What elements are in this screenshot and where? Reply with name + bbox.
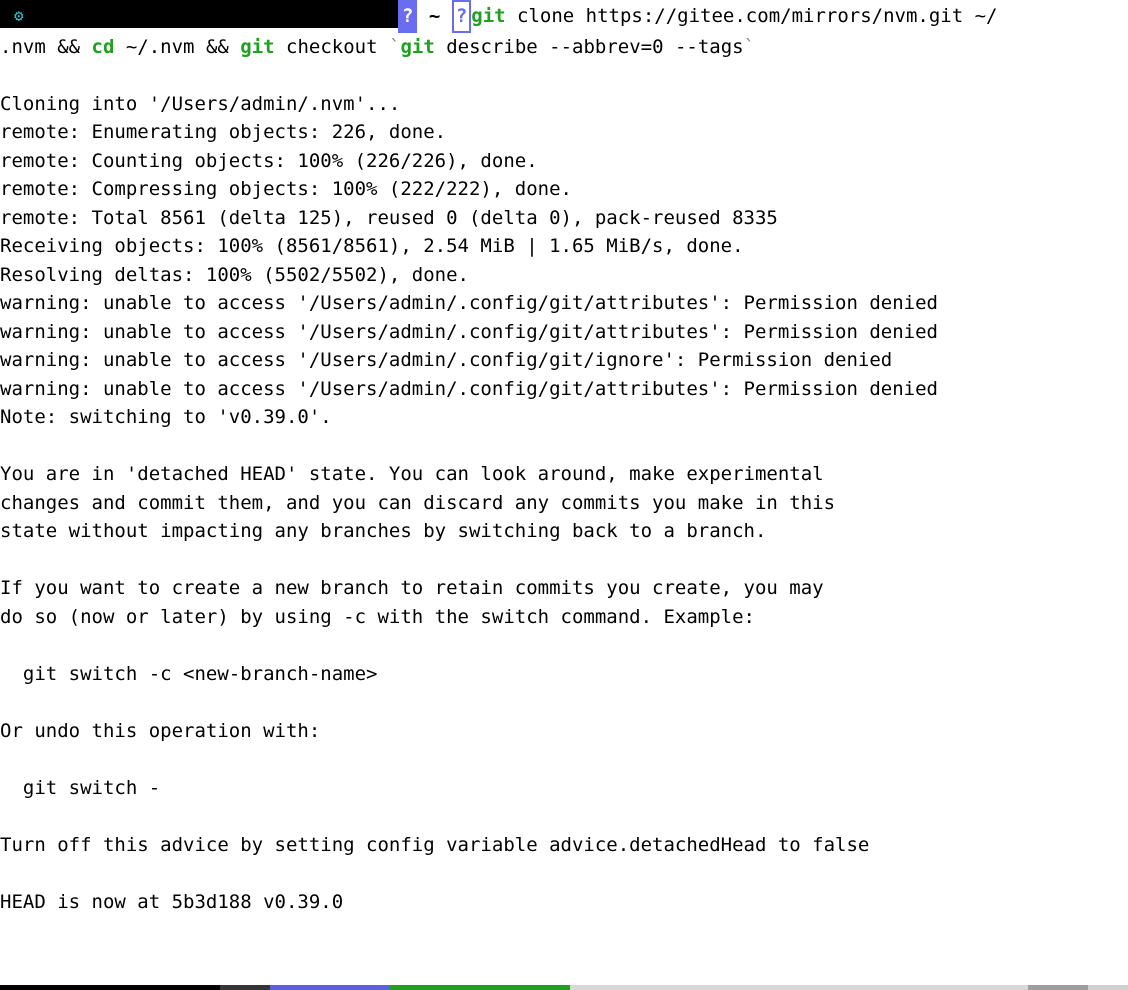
status-seg <box>0 985 220 990</box>
status-seg <box>390 985 570 990</box>
prompt-status-box: ? <box>452 0 471 33</box>
output-line: Turn off this advice by setting config v… <box>0 834 869 856</box>
output-line: warning: unable to access '/Users/admin/… <box>0 378 938 400</box>
status-seg <box>1028 985 1088 990</box>
gear-icon: ⚙ <box>14 4 24 28</box>
cmd-text: .nvm <box>0 36 57 58</box>
tmux-statusbar <box>0 985 1128 990</box>
output-line: Resolving deltas: 100% (5502/5502), done… <box>0 264 469 286</box>
cmd-op: && <box>57 36 80 58</box>
cmd-text: ~/.nvm <box>114 36 206 58</box>
terminal[interactable]: ⚙? ~ ?git clone https://gitee.com/mirror… <box>0 0 1128 916</box>
status-seg <box>220 985 270 990</box>
output-line: Receiving objects: 100% (8561/8561), 2.5… <box>0 235 744 257</box>
output-line: remote: Counting objects: 100% (226/226)… <box>0 150 538 172</box>
cmd-op: && <box>206 36 229 58</box>
output-line: warning: unable to access '/Users/admin/… <box>0 349 892 371</box>
cmd-cd: cd <box>80 36 114 58</box>
cmd-backtick: ` <box>744 36 755 58</box>
prompt-cwd: ~ <box>417 5 451 27</box>
output-line: state without impacting any branches by … <box>0 520 766 542</box>
status-seg <box>1088 985 1128 990</box>
cmd-text: clone https://gitee.com/mirrors/nvm.git … <box>506 5 998 27</box>
cmd-text: checkout <box>275 36 389 58</box>
output-line: warning: unable to access '/Users/admin/… <box>0 292 938 314</box>
cmd-backtick: ` <box>389 36 400 58</box>
cmd-git: git <box>471 5 505 27</box>
output-line: git switch -c <new-branch-name> <box>0 663 378 685</box>
output-line: If you want to create a new branch to re… <box>0 577 824 599</box>
output-line: warning: unable to access '/Users/admin/… <box>0 321 938 343</box>
output-line: You are in 'detached HEAD' state. You ca… <box>0 463 824 485</box>
output-line: remote: Compressing objects: 100% (222/2… <box>0 178 572 200</box>
output-line: HEAD is now at 5b3d188 v0.39.0 <box>0 891 343 913</box>
output-line: changes and commit them, and you can dis… <box>0 492 835 514</box>
output-line: git switch - <box>0 777 160 799</box>
cmd-git: git <box>229 36 275 58</box>
cmd-git: git <box>400 36 434 58</box>
output-line: Cloning into '/Users/admin/.nvm'... <box>0 93 400 115</box>
output-line: Or undo this operation with: <box>0 720 320 742</box>
output-line: remote: Enumerating objects: 226, done. <box>0 121 446 143</box>
status-seg <box>270 985 390 990</box>
output-line: Note: switching to 'v0.39.0'. <box>0 406 332 428</box>
prompt-user-box: ? <box>398 0 417 33</box>
window-titlebar: ⚙ <box>0 0 398 28</box>
status-seg <box>570 985 1028 990</box>
output-line: remote: Total 8561 (delta 125), reused 0… <box>0 207 778 229</box>
output-line: do so (now or later) by using -c with th… <box>0 606 755 628</box>
cmd-text: describe --abbrev=0 --tags <box>435 36 744 58</box>
